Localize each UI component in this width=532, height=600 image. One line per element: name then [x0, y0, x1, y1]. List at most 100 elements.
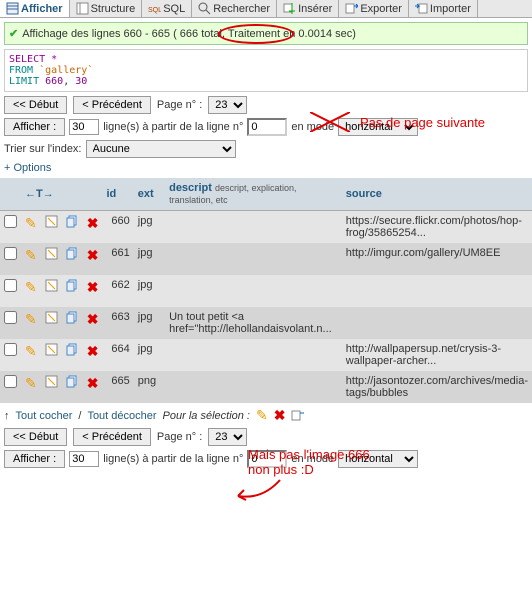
cell-id: 661 [102, 243, 133, 275]
delete-row-icon[interactable]: ✖ [83, 243, 103, 275]
inline-edit-icon[interactable] [41, 307, 62, 339]
tab-rechercher[interactable]: Rechercher [192, 0, 277, 17]
start-row-input[interactable] [247, 118, 287, 136]
sql-query-box: SELECT * FROM `gallery` LIMIT 660, 30 [4, 49, 528, 92]
tab-structure[interactable]: Structure [70, 0, 143, 17]
check-icon: ✔ [9, 27, 18, 40]
edit-row-icon[interactable]: ✎ [21, 243, 41, 275]
insert-icon [283, 2, 296, 15]
results-table: ←T→ id ext descript descript, explicatio… [0, 178, 532, 403]
structure-icon [76, 2, 89, 15]
inline-edit-icon[interactable] [41, 339, 62, 371]
col-actions: ←T→ [21, 178, 102, 211]
status-bar: ✔ Affichage des lignes 660 - 665 ( 666 t… [4, 22, 528, 45]
edit-row-icon[interactable]: ✎ [21, 275, 41, 307]
col-source[interactable]: source [342, 178, 532, 211]
uncheck-all-link[interactable]: Tout décocher [87, 410, 156, 422]
copy-row-icon[interactable] [62, 275, 83, 307]
cell-descript [165, 371, 342, 403]
edit-row-icon[interactable]: ✎ [21, 211, 41, 244]
mode-select[interactable]: horizontal [338, 118, 418, 136]
mode-select-bottom[interactable]: horizontal [338, 450, 418, 468]
row-checkbox[interactable] [4, 279, 17, 292]
tab-afficher[interactable]: Afficher [0, 0, 70, 17]
edit-row-icon[interactable]: ✎ [21, 339, 41, 371]
cell-id: 665 [102, 371, 133, 403]
cell-descript: Un tout petit <a href="http://lehollanda… [165, 307, 342, 339]
first-page-button-bottom[interactable]: << Début [4, 428, 67, 446]
table-row: ✎ ✖662jpg [0, 275, 532, 307]
cell-descript [165, 339, 342, 371]
import-icon [415, 2, 428, 15]
edit-row-icon[interactable]: ✎ [21, 307, 41, 339]
pager-bottom: << Début < Précédent Page n° : 23 [4, 428, 528, 446]
col-descript[interactable]: descript descript, explication, translat… [165, 178, 342, 211]
cell-ext: jpg [134, 339, 165, 371]
table-row: ✎✖661jpghttp://imgur.com/gallery/UM8EE [0, 243, 532, 275]
options-toggle[interactable]: + Options [4, 162, 528, 174]
rows-count-input[interactable] [69, 119, 99, 135]
cell-source [342, 275, 532, 307]
row-checkbox[interactable] [4, 215, 17, 228]
show-button[interactable]: Afficher : [4, 118, 65, 136]
first-page-button[interactable]: << Début [4, 96, 67, 114]
cell-source: http://wallpapersup.net/crysis-3-wallpap… [342, 339, 532, 371]
tab-sql[interactable]: SQLSQL [142, 0, 192, 17]
page-select[interactable]: 23 [208, 96, 247, 114]
delete-row-icon[interactable]: ✖ [83, 211, 103, 244]
copy-row-icon[interactable] [62, 243, 83, 275]
pager-top: << Début < Précédent Page n° : 23 [4, 96, 528, 114]
copy-row-icon[interactable] [62, 307, 83, 339]
col-ext[interactable]: ext [134, 178, 165, 211]
delete-row-icon[interactable]: ✖ [83, 371, 103, 403]
copy-row-icon[interactable] [62, 211, 83, 244]
delete-icon[interactable]: ✖ [274, 407, 286, 424]
page-select-bottom[interactable]: 23 [208, 428, 247, 446]
inline-edit-icon[interactable] [41, 211, 62, 244]
cell-id: 664 [102, 339, 133, 371]
col-id[interactable]: id [102, 178, 133, 211]
delete-row-icon[interactable]: ✖ [83, 339, 103, 371]
sort-row: Trier sur l'index: Aucune [4, 140, 528, 158]
check-all-link[interactable]: Tout cocher [16, 410, 73, 422]
inline-edit-icon[interactable] [41, 275, 62, 307]
search-icon [198, 2, 211, 15]
inline-edit-icon[interactable] [41, 371, 62, 403]
show-button-bottom[interactable]: Afficher : [4, 450, 65, 468]
status-text: Affichage des lignes 660 - 665 ( 666 tot… [22, 28, 356, 40]
page-label-bottom: Page n° : [157, 431, 202, 443]
table-row: ✎ ✖664jpg http://wallpapersup.net/crysis-3… [0, 339, 532, 371]
arrow-up-icon: ↑ [4, 410, 10, 422]
cell-id: 663 [102, 307, 133, 339]
cell-id: 662 [102, 275, 133, 307]
display-options-bottom: Afficher : ligne(s) à partir de la ligne… [4, 450, 528, 468]
row-checkbox[interactable] [4, 343, 17, 356]
table-row: ✎✖665pnghttp://jasontozer.com/archives/m… [0, 371, 532, 403]
sort-index-select[interactable]: Aucune [86, 140, 236, 158]
tab-importer[interactable]: Importer [409, 0, 478, 17]
sql-icon: SQL [148, 2, 161, 15]
cell-ext: jpg [134, 243, 165, 275]
cell-descript [165, 243, 342, 275]
copy-row-icon[interactable] [62, 371, 83, 403]
start-row-input-bottom[interactable] [247, 450, 287, 468]
tab-inserer[interactable]: Insérer [277, 0, 339, 17]
cell-descript [165, 275, 342, 307]
prev-page-button-bottom[interactable]: < Précédent [73, 428, 151, 446]
row-checkbox[interactable] [4, 247, 17, 260]
rows-count-input-bottom[interactable] [69, 451, 99, 467]
row-checkbox[interactable] [4, 311, 17, 324]
row-checkbox[interactable] [4, 375, 17, 388]
export-selection-icon[interactable] [291, 409, 304, 422]
page-label: Page n° : [157, 99, 202, 111]
tab-exporter[interactable]: Exporter [339, 0, 409, 17]
delete-row-icon[interactable]: ✖ [83, 307, 103, 339]
delete-row-icon[interactable]: ✖ [83, 275, 103, 307]
prev-page-button[interactable]: < Précédent [73, 96, 151, 114]
cell-source: http://jasontozer.com/archives/media-tag… [342, 371, 532, 403]
edit-row-icon[interactable]: ✎ [21, 371, 41, 403]
inline-edit-icon[interactable] [41, 243, 62, 275]
copy-row-icon[interactable] [62, 339, 83, 371]
pencil-icon[interactable]: ✎ [256, 407, 268, 424]
cell-ext: jpg [134, 275, 165, 307]
